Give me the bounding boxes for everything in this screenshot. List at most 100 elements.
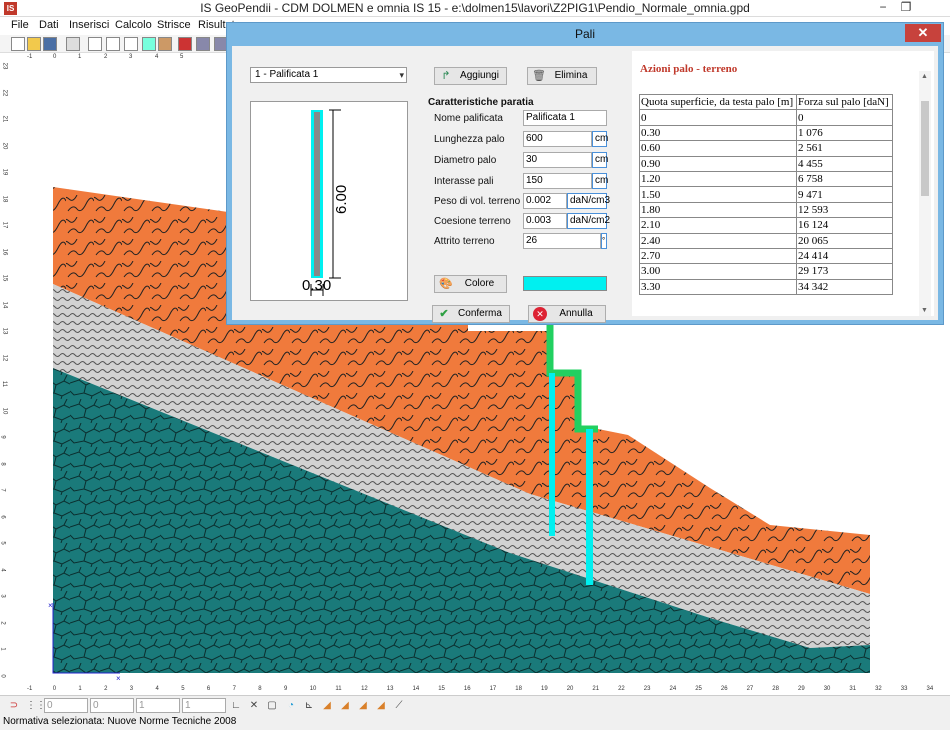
layers-icon[interactable]: [124, 37, 138, 51]
diameter-field[interactable]: 30: [523, 152, 592, 168]
weight-field[interactable]: 0.002: [523, 193, 567, 209]
spacing-label: Interasse pali: [434, 176, 494, 187]
length-field[interactable]: 600: [523, 131, 592, 147]
anchor-tool-icon[interactable]: ⟋: [391, 698, 407, 713]
scroll-down-icon[interactable]: ▼: [921, 307, 928, 314]
slope-tool-3-icon[interactable]: ◢: [355, 698, 371, 713]
name-field[interactable]: Palificata 1: [523, 110, 607, 126]
length-unit[interactable]: cm: [592, 131, 608, 147]
ruler-label: 34: [926, 686, 934, 692]
close-small-icon[interactable]: ✕: [246, 698, 262, 713]
axis-icon[interactable]: ⊾: [301, 698, 317, 713]
force-cell: 16 124: [796, 217, 893, 234]
menu-inserisci[interactable]: Inserisci: [69, 19, 109, 31]
force-cell: 24 414: [796, 247, 893, 265]
restore-button[interactable]: ❐: [893, 0, 919, 16]
cohesion-unit[interactable]: daN/cm2: [567, 213, 610, 229]
confirm-button[interactable]: ✔ Conferma: [432, 305, 510, 323]
menu-strisce[interactable]: Strisce: [157, 19, 191, 31]
color-swatch[interactable]: [523, 276, 607, 291]
compute-icon[interactable]: [158, 37, 172, 51]
spacing-unit[interactable]: cm: [592, 173, 608, 189]
ruler-label: 2: [104, 54, 108, 60]
force-cell: 12 593: [796, 201, 893, 219]
ruler-label: 17: [1, 221, 8, 229]
ruler-label: 0: [53, 54, 57, 60]
depth-cell: 2.10: [639, 217, 797, 234]
table-row: 1.80 12 593: [639, 201, 893, 219]
depth-cell: 0.30: [639, 124, 797, 142]
results-table: Quota superficie, da testa palo [m] Forz…: [639, 93, 893, 296]
undo-icon[interactable]: [66, 37, 80, 51]
magnet-icon[interactable]: ⊃: [6, 698, 22, 713]
menu-dati[interactable]: Dati: [39, 19, 59, 31]
select-icon[interactable]: ▢: [264, 698, 280, 713]
save-icon[interactable]: [43, 37, 57, 51]
ruler-label: 23: [643, 686, 651, 692]
cancel-button[interactable]: ✕ Annulla: [528, 305, 606, 323]
angle-icon[interactable]: ∟: [228, 698, 244, 713]
ruler-label: 8: [0, 461, 6, 466]
section-title: Caratteristiche paratia: [428, 97, 534, 108]
ruler-label: 18: [1, 195, 8, 202]
ruler-label: 6: [206, 686, 211, 692]
coord-x-field[interactable]: 0: [44, 698, 88, 713]
flask-icon[interactable]: [142, 37, 156, 51]
slope-tool-4-icon[interactable]: ◢: [373, 698, 389, 713]
ruler-label: 10: [309, 686, 317, 692]
slope-tool-icon[interactable]: ◢: [319, 698, 335, 713]
ruler-label: 30: [823, 686, 831, 692]
weight-unit[interactable]: daN/cm3: [567, 193, 610, 209]
edit-icon[interactable]: [106, 37, 120, 51]
ruler-label: 2: [104, 686, 108, 692]
ruler-label: 7: [0, 488, 6, 492]
cohesion-field[interactable]: 0.003: [523, 213, 567, 229]
scale-y-field[interactable]: 1: [182, 698, 226, 713]
coord-y-field[interactable]: 0: [90, 698, 134, 713]
spacing-field[interactable]: 150: [523, 173, 592, 189]
new-file-icon[interactable]: [11, 37, 25, 51]
ruler-label: 3: [0, 594, 6, 598]
add-button-label: Aggiungi: [460, 70, 499, 81]
depth-cell: 1.20: [639, 170, 797, 188]
results-panel[interactable]: Azioni palo - terreno Quota superficie, …: [632, 51, 934, 316]
add-button[interactable]: ↱ Aggiungi: [434, 67, 507, 85]
ruler-label: 6: [0, 514, 6, 519]
force-cell: 6 758: [796, 170, 893, 188]
status-bar: ⊃ ⋮⋮ 0 0 1 1 ∟ ✕ ▢ ◔ ⊾ ◢ ◢ ◢ ◢ ⟋: [0, 695, 950, 715]
open-folder-icon[interactable]: [27, 37, 41, 51]
snap-grid-icon[interactable]: ⋮⋮: [26, 698, 46, 713]
color-button[interactable]: 🎨 Colore: [434, 275, 507, 293]
length-dim-label: 6.00: [333, 184, 350, 214]
friction-field[interactable]: 26: [523, 233, 601, 249]
ruler-label: 18: [515, 686, 522, 692]
data-input-icon[interactable]: [88, 37, 102, 51]
ruler-label: 33: [900, 686, 908, 692]
ruler-label: 16: [1, 248, 8, 255]
ruler-label: 20: [566, 686, 574, 692]
friction-unit[interactable]: °: [601, 233, 607, 249]
column-header-depth: Quota superficie, da testa palo [m]: [639, 93, 797, 111]
diameter-unit[interactable]: cm: [592, 152, 608, 168]
menu-file[interactable]: File: [11, 19, 29, 31]
scrollbar-thumb[interactable]: [921, 101, 929, 196]
delete-button[interactable]: 🗑 Elimina: [527, 67, 597, 85]
pile-group-select[interactable]: 1 - Palificata 1 ▾: [250, 67, 407, 83]
menu-calcolo[interactable]: Calcolo: [115, 19, 152, 31]
results-scrollbar[interactable]: ▲ ▼: [919, 71, 931, 316]
pile-preview: 6.00 0.30: [250, 101, 408, 301]
pointer-icon[interactable]: ◔: [283, 698, 299, 713]
slope-tool-2-icon[interactable]: ◢: [337, 698, 353, 713]
close-button[interactable]: ✕: [905, 24, 941, 42]
chart-icon[interactable]: [178, 37, 192, 51]
scale-x-field[interactable]: 1: [136, 698, 180, 713]
grid-icon[interactable]: [196, 37, 210, 51]
ruler-label: 21: [1, 115, 8, 123]
ruler-label: 2: [0, 620, 6, 625]
table-row: 2.70 24 414: [639, 247, 893, 265]
force-cell: 29 173: [796, 263, 893, 280]
depth-cell: 0.60: [639, 140, 797, 157]
scroll-up-icon[interactable]: ▲: [921, 73, 928, 80]
palette-icon: 🎨: [439, 278, 453, 290]
ruler-label: 20: [1, 142, 8, 149]
